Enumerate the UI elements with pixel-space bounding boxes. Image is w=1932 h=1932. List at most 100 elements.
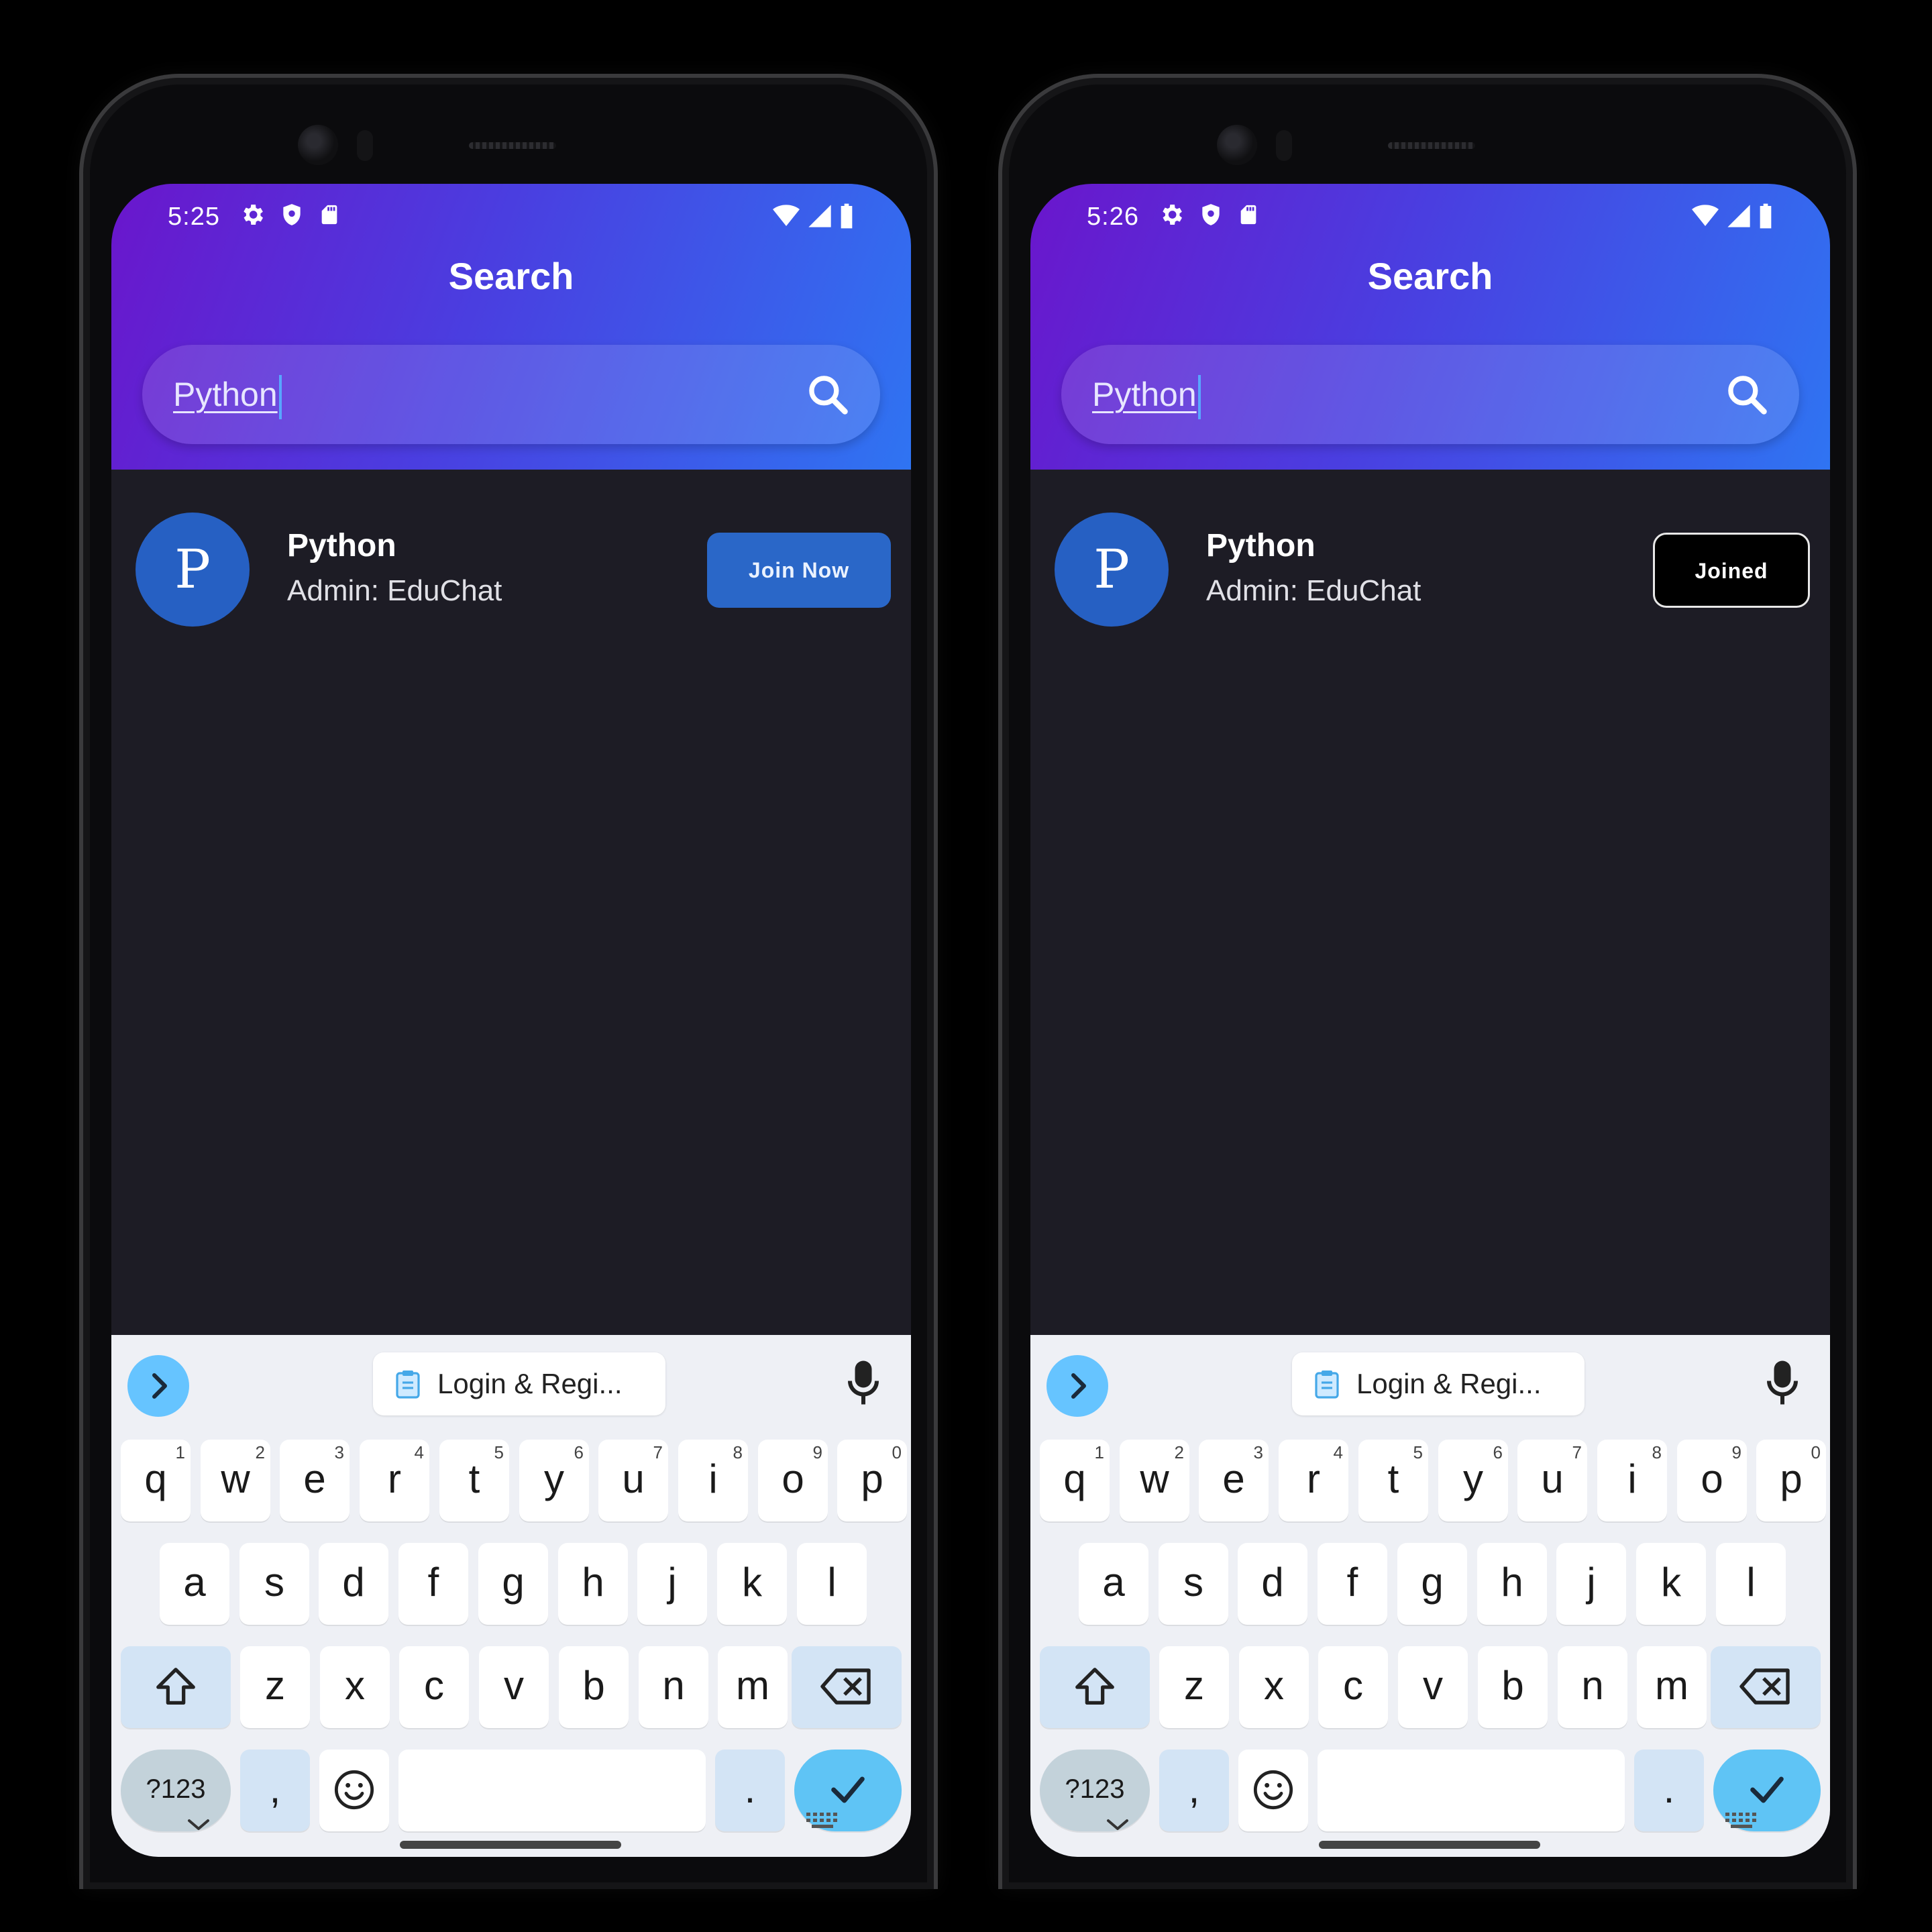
key-label: v bbox=[504, 1663, 524, 1708]
key-y[interactable]: y6 bbox=[519, 1440, 589, 1521]
key-hint: 0 bbox=[892, 1442, 902, 1462]
key-label: . bbox=[744, 1766, 756, 1811]
key-b[interactable]: b bbox=[1478, 1646, 1548, 1728]
key-q[interactable]: q1 bbox=[121, 1440, 191, 1521]
period-key[interactable]: . bbox=[715, 1750, 785, 1831]
key-label: , bbox=[1188, 1766, 1200, 1811]
key-label: , bbox=[269, 1766, 281, 1811]
key-g[interactable]: g bbox=[1397, 1543, 1467, 1625]
backspace-key[interactable] bbox=[1711, 1646, 1821, 1728]
key-y[interactable]: y6 bbox=[1438, 1440, 1508, 1521]
key-r[interactable]: r4 bbox=[360, 1440, 429, 1521]
key-c[interactable]: c bbox=[1318, 1646, 1388, 1728]
key-h[interactable]: h bbox=[558, 1543, 628, 1625]
key-x[interactable]: x bbox=[1239, 1646, 1309, 1728]
shift-key[interactable] bbox=[1040, 1646, 1150, 1728]
key-w[interactable]: w2 bbox=[201, 1440, 270, 1521]
key-d[interactable]: d bbox=[319, 1543, 388, 1625]
key-a[interactable]: a bbox=[1079, 1543, 1148, 1625]
key-j[interactable]: j bbox=[637, 1543, 707, 1625]
key-k[interactable]: k bbox=[717, 1543, 787, 1625]
search-bar[interactable]: Python bbox=[1061, 345, 1799, 444]
shield-icon bbox=[283, 204, 301, 225]
space-key[interactable] bbox=[398, 1750, 706, 1831]
key-r[interactable]: r4 bbox=[1279, 1440, 1348, 1521]
key-i[interactable]: i8 bbox=[678, 1440, 748, 1521]
symbols-key[interactable]: ?123 bbox=[121, 1750, 231, 1831]
home-indicator[interactable] bbox=[400, 1841, 621, 1849]
key-t[interactable]: t5 bbox=[439, 1440, 509, 1521]
key-d[interactable]: d bbox=[1238, 1543, 1307, 1625]
key-g[interactable]: g bbox=[478, 1543, 548, 1625]
key-i[interactable]: i8 bbox=[1597, 1440, 1667, 1521]
key-z[interactable]: z bbox=[1159, 1646, 1229, 1728]
search-icon[interactable] bbox=[805, 372, 851, 417]
key-hint: 2 bbox=[255, 1442, 265, 1462]
join-now-button[interactable]: Join Now bbox=[707, 533, 891, 608]
key-w[interactable]: w2 bbox=[1120, 1440, 1189, 1521]
period-key[interactable]: . bbox=[1634, 1750, 1704, 1831]
emoji-key[interactable] bbox=[319, 1750, 389, 1831]
shift-key[interactable] bbox=[121, 1646, 231, 1728]
search-icon[interactable] bbox=[1724, 372, 1770, 417]
key-f[interactable]: f bbox=[398, 1543, 468, 1625]
emoji-key[interactable] bbox=[1238, 1750, 1308, 1831]
search-bar[interactable]: Python bbox=[142, 345, 880, 444]
home-indicator[interactable] bbox=[1319, 1841, 1540, 1849]
key-v[interactable]: v bbox=[1398, 1646, 1468, 1728]
key-hint: 4 bbox=[1333, 1442, 1343, 1462]
key-m[interactable]: m bbox=[718, 1646, 788, 1728]
joined-button[interactable]: Joined bbox=[1653, 533, 1810, 608]
key-label: z bbox=[265, 1663, 285, 1708]
key-v[interactable]: v bbox=[479, 1646, 549, 1728]
key-n[interactable]: n bbox=[1558, 1646, 1627, 1728]
key-label: o bbox=[1701, 1456, 1723, 1501]
key-b[interactable]: b bbox=[559, 1646, 629, 1728]
keyboard-icon[interactable] bbox=[805, 1811, 840, 1830]
key-hint: 0 bbox=[1811, 1442, 1821, 1462]
key-label: n bbox=[1581, 1663, 1604, 1708]
key-e[interactable]: e3 bbox=[280, 1440, 350, 1521]
backspace-key[interactable] bbox=[792, 1646, 902, 1728]
search-input[interactable]: Python bbox=[1092, 368, 1201, 421]
key-p[interactable]: p0 bbox=[837, 1440, 907, 1521]
key-s[interactable]: s bbox=[239, 1543, 309, 1625]
key-n[interactable]: n bbox=[639, 1646, 708, 1728]
key-hint: 8 bbox=[1652, 1442, 1662, 1462]
key-c[interactable]: c bbox=[399, 1646, 469, 1728]
key-m[interactable]: m bbox=[1637, 1646, 1707, 1728]
key-label: . bbox=[1663, 1766, 1675, 1811]
search-input[interactable]: Python bbox=[173, 368, 282, 421]
key-k[interactable]: k bbox=[1636, 1543, 1706, 1625]
group-result-row[interactable]: P Python Admin: EduChat Join Now bbox=[136, 513, 891, 633]
group-result-row[interactable]: P Python Admin: EduChat Joined bbox=[1055, 513, 1810, 633]
comma-key[interactable]: , bbox=[1159, 1750, 1229, 1831]
symbols-key[interactable]: ?123 bbox=[1040, 1750, 1150, 1831]
key-x[interactable]: x bbox=[320, 1646, 390, 1728]
group-avatar: P bbox=[136, 513, 250, 627]
keyboard-keys: q 1 w 2 e 3 r 4 t 5 y 6 u 7 i 8 o 9 p 0 a s d f g h j k l z x c v b n m ?123… bbox=[111, 1335, 911, 1857]
chevron-down-icon[interactable] bbox=[1104, 1817, 1131, 1833]
key-o[interactable]: o9 bbox=[1677, 1440, 1747, 1521]
key-j[interactable]: j bbox=[1556, 1543, 1626, 1625]
comma-key[interactable]: , bbox=[240, 1750, 310, 1831]
key-l[interactable]: l bbox=[797, 1543, 867, 1625]
key-u[interactable]: u7 bbox=[1517, 1440, 1587, 1521]
keyboard-icon[interactable] bbox=[1724, 1811, 1759, 1830]
space-key[interactable] bbox=[1318, 1750, 1625, 1831]
key-p[interactable]: p0 bbox=[1756, 1440, 1826, 1521]
key-a[interactable]: a bbox=[160, 1543, 229, 1625]
chevron-down-icon[interactable] bbox=[185, 1817, 212, 1833]
key-e[interactable]: e3 bbox=[1199, 1440, 1269, 1521]
key-o[interactable]: o9 bbox=[758, 1440, 828, 1521]
key-l[interactable]: l bbox=[1716, 1543, 1786, 1625]
key-q[interactable]: q1 bbox=[1040, 1440, 1110, 1521]
key-hint: 5 bbox=[1413, 1442, 1423, 1462]
key-s[interactable]: s bbox=[1159, 1543, 1228, 1625]
key-t[interactable]: t5 bbox=[1358, 1440, 1428, 1521]
key-z[interactable]: z bbox=[240, 1646, 310, 1728]
key-h[interactable]: h bbox=[1477, 1543, 1547, 1625]
key-u[interactable]: u7 bbox=[598, 1440, 668, 1521]
key-hint: 1 bbox=[175, 1442, 185, 1462]
key-f[interactable]: f bbox=[1318, 1543, 1387, 1625]
